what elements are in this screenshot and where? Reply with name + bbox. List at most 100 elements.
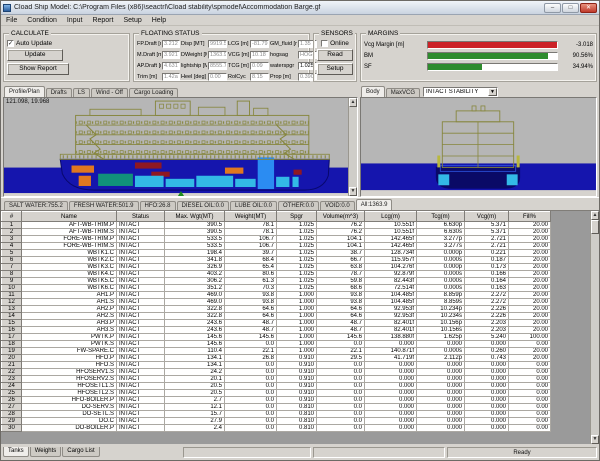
table-row[interactable]: 3FORE-WB-TRIM.PINTACT533.5106.71.025104.…: [2, 236, 551, 243]
table-row[interactable]: 16AH3.SINTACT243.648.71.00048.782.401f10…: [2, 327, 551, 334]
table-row[interactable]: 15AH3.PINTACT243.648.71.00048.782.401f10…: [2, 320, 551, 327]
cell-volume-m-3: 145.6: [317, 334, 365, 341]
body-tab-body[interactable]: Body: [361, 86, 385, 97]
tank-tab-hfo-26-8[interactable]: HFO:26.8: [140, 201, 176, 210]
table-row[interactable]: 17PWTK.PINTACT145.6145.61.000145.6138.88…: [2, 334, 551, 341]
view-tab-profile-plan[interactable]: Profile/Plan: [4, 86, 45, 97]
menu-item-input[interactable]: Input: [67, 17, 83, 24]
column-header-name[interactable]: Name: [22, 212, 117, 222]
view-tab-wind-off[interactable]: Wind - Off: [91, 88, 128, 97]
table-row[interactable]: 7WBTK3.CINTACT326.965.41.02563.8104.276f…: [2, 264, 551, 271]
column-header-status[interactable]: Status: [117, 212, 165, 222]
table-row[interactable]: 10WBTK6.CINTACT351.270.31.02568.672.514f…: [2, 285, 551, 292]
table-row[interactable]: 2AFT-WB-TRIM.SINTACT390.578.11.02576.210…: [2, 229, 551, 236]
view-tab-ls[interactable]: LS: [73, 88, 90, 97]
table-row[interactable]: 6WBTK2.CINTACT341.868.41.02566.7115.957f…: [2, 257, 551, 264]
column-header-[interactable]: #: [2, 212, 22, 222]
cell-fill: 20.00: [509, 278, 551, 285]
bottom-tab-cargo-list[interactable]: Cargo List: [62, 447, 99, 457]
close-button[interactable]: ✕: [580, 3, 597, 13]
bottom-tab-weights[interactable]: Weights: [30, 447, 62, 457]
table-row[interactable]: 4FORE-WB-TRIM.SINTACT533.5106.71.025104.…: [2, 243, 551, 250]
column-header-max-wgt-mt[interactable]: Max. Wgt(MT): [165, 212, 225, 222]
row-number: 17: [2, 334, 22, 341]
column-header-spgr[interactable]: Spgr: [277, 212, 317, 222]
menu-item-help[interactable]: Help: [152, 17, 166, 24]
app-icon: [3, 4, 11, 12]
view-tab-cargo-loading[interactable]: Cargo Loading: [129, 88, 178, 97]
cell-lcg-m: 92.953f: [365, 313, 417, 320]
tank-tab-all-1363-9[interactable]: All:1363.9: [356, 199, 393, 210]
table-row[interactable]: 30DO-BOILER.PINTACT2.40.00.8100.00.0000.…: [2, 425, 551, 432]
maximize-button[interactable]: □: [562, 3, 579, 13]
tank-tab-void-0-0[interactable]: VOID:0.0: [320, 201, 355, 210]
online-checkbox-box[interactable]: [321, 40, 328, 47]
table-row[interactable]: 25HFOSETL2.SINTACT20.50.00.9100.00.0000.…: [2, 390, 551, 397]
cell-fill: 20.00: [509, 250, 551, 257]
menu-item-file[interactable]: File: [6, 17, 17, 24]
table-scroll-down-icon[interactable]: ▼: [591, 435, 599, 444]
column-header-lcg-m[interactable]: Lcg(m): [365, 212, 417, 222]
table-row[interactable]: 22HFOSERV1.SINTACT24.20.00.9100.00.0000.…: [2, 369, 551, 376]
update-button[interactable]: Update: [7, 49, 63, 61]
body-tab-maxvcg[interactable]: MaxVCG: [386, 88, 420, 97]
tank-tab-diesel-oil-0-0[interactable]: DIESEL OIL:0.0: [177, 201, 229, 210]
bottom-tab-tanks[interactable]: Tanks: [3, 447, 29, 457]
table-row[interactable]: 21HFO.SINTACT134.10.00.9100.00.0000.0000…: [2, 362, 551, 369]
table-scrollbar[interactable]: ▲ ▼: [590, 211, 599, 444]
table-row[interactable]: 11AH1.PINTACT469.093.81.00093.8104.485f8…: [2, 292, 551, 299]
table-row[interactable]: 29DO.CINTACT27.90.00.8100.00.0000.0000.0…: [2, 418, 551, 425]
cell-tcg-m: 0.000s: [417, 348, 465, 355]
table-row[interactable]: 20HFO.PINTACT134.126.80.91029.541.719f2.…: [2, 355, 551, 362]
table-row[interactable]: 5WBTK1.CINTACT198.439.71.02538.7128.734f…: [2, 250, 551, 257]
table-row[interactable]: 1AFT-WB-TRIM.PINTACT390.578.11.02576.210…: [2, 222, 551, 229]
table-row[interactable]: 24HFOSETL1.SINTACT20.50.00.9100.00.0000.…: [2, 383, 551, 390]
table-row[interactable]: 13AH2.PINTACT322.864.61.00064.692.953f10…: [2, 306, 551, 313]
auto-update-checkbox-box[interactable]: ✓: [7, 40, 14, 47]
setup-button[interactable]: Setup: [317, 63, 353, 75]
column-header-tcg-m[interactable]: Tcg(m): [417, 212, 465, 222]
read-button[interactable]: Read: [317, 49, 353, 61]
stability-mode-select[interactable]: INTACT STABILITY ▼: [423, 87, 498, 97]
column-header-weight-mt[interactable]: Weight(MT): [225, 212, 277, 222]
minimize-button[interactable]: –: [544, 3, 561, 13]
column-header-vcg-m[interactable]: Vcg(m): [465, 212, 509, 222]
scroll-up-icon[interactable]: ▲: [349, 98, 357, 107]
table-row[interactable]: 28DO-SETL.SINTACT15.70.00.8100.00.0000.0…: [2, 411, 551, 418]
table-row[interactable]: 19FW-SPARE.CINTACT110.422.11.00022.1140.…: [2, 348, 551, 355]
table-row[interactable]: 14AH2.SINTACT322.864.61.00064.692.953f10…: [2, 313, 551, 320]
table-row[interactable]: 27DO-SERV.SINTACT12.10.00.8100.00.0000.0…: [2, 404, 551, 411]
auto-update-checkbox[interactable]: ✓ Auto Update: [7, 40, 126, 47]
table-row[interactable]: 23HFOSERV2.SINTACT20.10.00.9100.00.0000.…: [2, 376, 551, 383]
tank-tab-fresh-water-501-9[interactable]: FRESH WATER:501.9: [69, 201, 139, 210]
table-row[interactable]: 12AH1.SINTACT469.093.81.00093.8104.485f8…: [2, 299, 551, 306]
body-view[interactable]: [360, 97, 597, 197]
tank-tab-salt-water-755-2[interactable]: SALT WATER:755.2: [4, 201, 68, 210]
table-row[interactable]: 8WBTK4.CINTACT403.280.61.02578.792.879f0…: [2, 271, 551, 278]
tank-tab-lube-oil-0-0[interactable]: LUBE OIL:0.0: [230, 201, 277, 210]
scroll-down-icon[interactable]: ▼: [349, 187, 357, 196]
column-header-fill[interactable]: Fill%: [509, 212, 551, 222]
cell-lcg-m: 142.465f: [365, 243, 417, 250]
table-scroll-thumb[interactable]: [591, 220, 599, 234]
menu-item-condition[interactable]: Condition: [27, 17, 57, 24]
profile-scrollbar[interactable]: ▲ ▼: [348, 98, 357, 196]
cell-status: INTACT: [117, 236, 165, 243]
cell-spgr: 1.000: [277, 341, 317, 348]
table-scroll-up-icon[interactable]: ▲: [591, 211, 599, 220]
cell-tcg-m: 0.000: [417, 425, 465, 432]
view-tab-drafts[interactable]: Drafts: [46, 88, 72, 97]
cell-spgr: 1.025: [277, 229, 317, 236]
cell-fill: 20.00: [509, 257, 551, 264]
menu-item-setup[interactable]: Setup: [123, 17, 141, 24]
table-row[interactable]: 26HFO-BOILER.PINTACT2.70.00.9100.00.0000…: [2, 397, 551, 404]
chevron-down-icon[interactable]: ▼: [488, 88, 497, 96]
menu-item-report[interactable]: Report: [92, 17, 113, 24]
profile-view[interactable]: 121.098, 19.968: [3, 97, 358, 197]
column-header-volume-m-3[interactable]: Volume(m^3): [317, 212, 365, 222]
show-report-button[interactable]: Show Report: [7, 63, 69, 75]
tank-tab-other-0-0[interactable]: OTHER:0.0: [278, 201, 319, 210]
table-row[interactable]: 9WBTK5.CINTACT306.261.31.02559.882.443f0…: [2, 278, 551, 285]
table-row[interactable]: 18PWTK.SINTACT145.60.01.0000.00.0000.000…: [2, 341, 551, 348]
online-checkbox[interactable]: Online: [321, 40, 349, 47]
